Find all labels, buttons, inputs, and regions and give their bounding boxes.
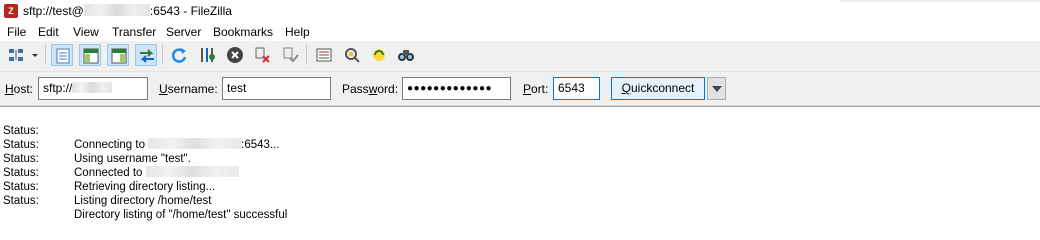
log-type: Status: bbox=[3, 195, 39, 207]
port-input[interactable]: 6543 bbox=[553, 77, 600, 100]
log-message: Retrieving directory listing... bbox=[74, 181, 216, 193]
menu-transfer[interactable]: Transfer bbox=[112, 25, 156, 39]
redacted-host bbox=[83, 4, 150, 16]
process-queue-button[interactable] bbox=[196, 44, 218, 66]
filezilla-logo-icon: Z bbox=[4, 4, 18, 18]
message-log[interactable]: Status: Connecting to :6543... Status: U… bbox=[0, 106, 1040, 221]
toolbar-separator bbox=[45, 45, 46, 65]
log-row: Status: Directory listing of "/home/test… bbox=[3, 180, 287, 221]
toggle-remote-tree-button[interactable] bbox=[107, 44, 129, 66]
toolbar-separator bbox=[162, 45, 163, 65]
quickconnect-bar: Host: sftp:// Username: test Password: ●… bbox=[0, 72, 1040, 106]
toolbar bbox=[0, 41, 1040, 72]
title-suffix: :6543 - FileZilla bbox=[149, 4, 232, 18]
chevron-down-icon bbox=[712, 86, 722, 92]
filter-button[interactable] bbox=[313, 44, 335, 66]
host-value: sftp:// bbox=[43, 81, 73, 95]
log-message: Connecting to :6543... bbox=[74, 138, 280, 151]
username-input[interactable]: test bbox=[222, 77, 331, 100]
menu-server[interactable]: Server bbox=[166, 25, 201, 39]
transfer-queue-toggle-icon bbox=[140, 49, 154, 63]
menu-bar: File Edit View Transfer Server Bookmarks… bbox=[0, 23, 1040, 41]
toolbar-separator bbox=[306, 45, 307, 65]
search-files-button[interactable] bbox=[395, 44, 417, 66]
sync-browsing-icon bbox=[373, 49, 385, 61]
quickconnect-history-dropdown[interactable] bbox=[707, 77, 726, 100]
redacted-host bbox=[148, 138, 242, 149]
port-label: Port: bbox=[523, 82, 549, 96]
local-tree-toggle-icon bbox=[83, 48, 99, 64]
site-manager-dropdown[interactable] bbox=[28, 44, 42, 66]
log-row: Status: Connected to bbox=[3, 138, 239, 179]
window-controls[interactable] bbox=[840, 0, 1040, 2]
process-queue-icon bbox=[201, 48, 215, 62]
cancel-icon bbox=[227, 47, 243, 63]
message-log-toggle-icon bbox=[56, 48, 70, 64]
site-manager-button[interactable] bbox=[5, 44, 27, 66]
refresh-button[interactable] bbox=[168, 44, 190, 66]
menu-bookmarks[interactable]: Bookmarks bbox=[213, 25, 273, 39]
remote-tree-toggle-icon bbox=[111, 48, 127, 64]
reconnect-icon bbox=[283, 47, 299, 63]
toggle-message-log-button[interactable] bbox=[51, 44, 73, 66]
password-input[interactable]: ●●●●●●●●●●●●● bbox=[402, 77, 511, 100]
password-label: Password: bbox=[342, 82, 399, 96]
window-title: sftp://test@ :6543 - FileZilla bbox=[23, 4, 232, 18]
log-row: Status: Retrieving directory listing... bbox=[3, 152, 215, 193]
log-row: Status: Using username "test". bbox=[3, 124, 191, 165]
toggle-transfer-queue-button[interactable] bbox=[135, 44, 157, 66]
compare-icon bbox=[345, 48, 360, 63]
username-label: Username: bbox=[159, 82, 218, 96]
redacted-host bbox=[72, 82, 113, 93]
filter-icon bbox=[316, 48, 332, 62]
log-message: Connected to bbox=[74, 166, 239, 180]
refresh-icon bbox=[171, 48, 187, 63]
log-message: Listing directory /home/test bbox=[74, 195, 212, 207]
log-row: Status: Listing directory /home/test bbox=[3, 166, 211, 207]
host-label: Host: bbox=[5, 82, 34, 96]
log-row: Status: Connecting to :6543... bbox=[3, 110, 280, 151]
menu-help[interactable]: Help bbox=[285, 25, 310, 39]
disconnect-icon bbox=[255, 47, 270, 63]
reconnect-button[interactable] bbox=[279, 44, 301, 66]
log-message: Directory listing of "/home/test" succes… bbox=[74, 209, 288, 221]
title-prefix: sftp://test@ bbox=[23, 4, 84, 18]
disconnect-button[interactable] bbox=[251, 44, 273, 66]
redacted-host bbox=[145, 166, 239, 177]
compare-directories-button[interactable] bbox=[341, 44, 363, 66]
cancel-operation-button[interactable] bbox=[224, 44, 246, 66]
toggle-local-tree-button[interactable] bbox=[79, 44, 101, 66]
dropdown-arrow-icon bbox=[32, 54, 38, 57]
title-bar: Z sftp://test@ :6543 - FileZilla bbox=[0, 0, 1040, 23]
sync-browsing-button[interactable] bbox=[368, 44, 390, 66]
menu-file[interactable]: File bbox=[7, 25, 26, 39]
site-manager-icon bbox=[9, 49, 23, 61]
menu-edit[interactable]: Edit bbox=[38, 25, 59, 39]
log-message: Using username "test". bbox=[74, 153, 191, 165]
menu-view[interactable]: View bbox=[73, 25, 99, 39]
host-input[interactable]: sftp:// bbox=[38, 77, 148, 100]
quickconnect-button[interactable]: Quickconnect bbox=[611, 77, 705, 100]
search-icon bbox=[398, 50, 414, 61]
